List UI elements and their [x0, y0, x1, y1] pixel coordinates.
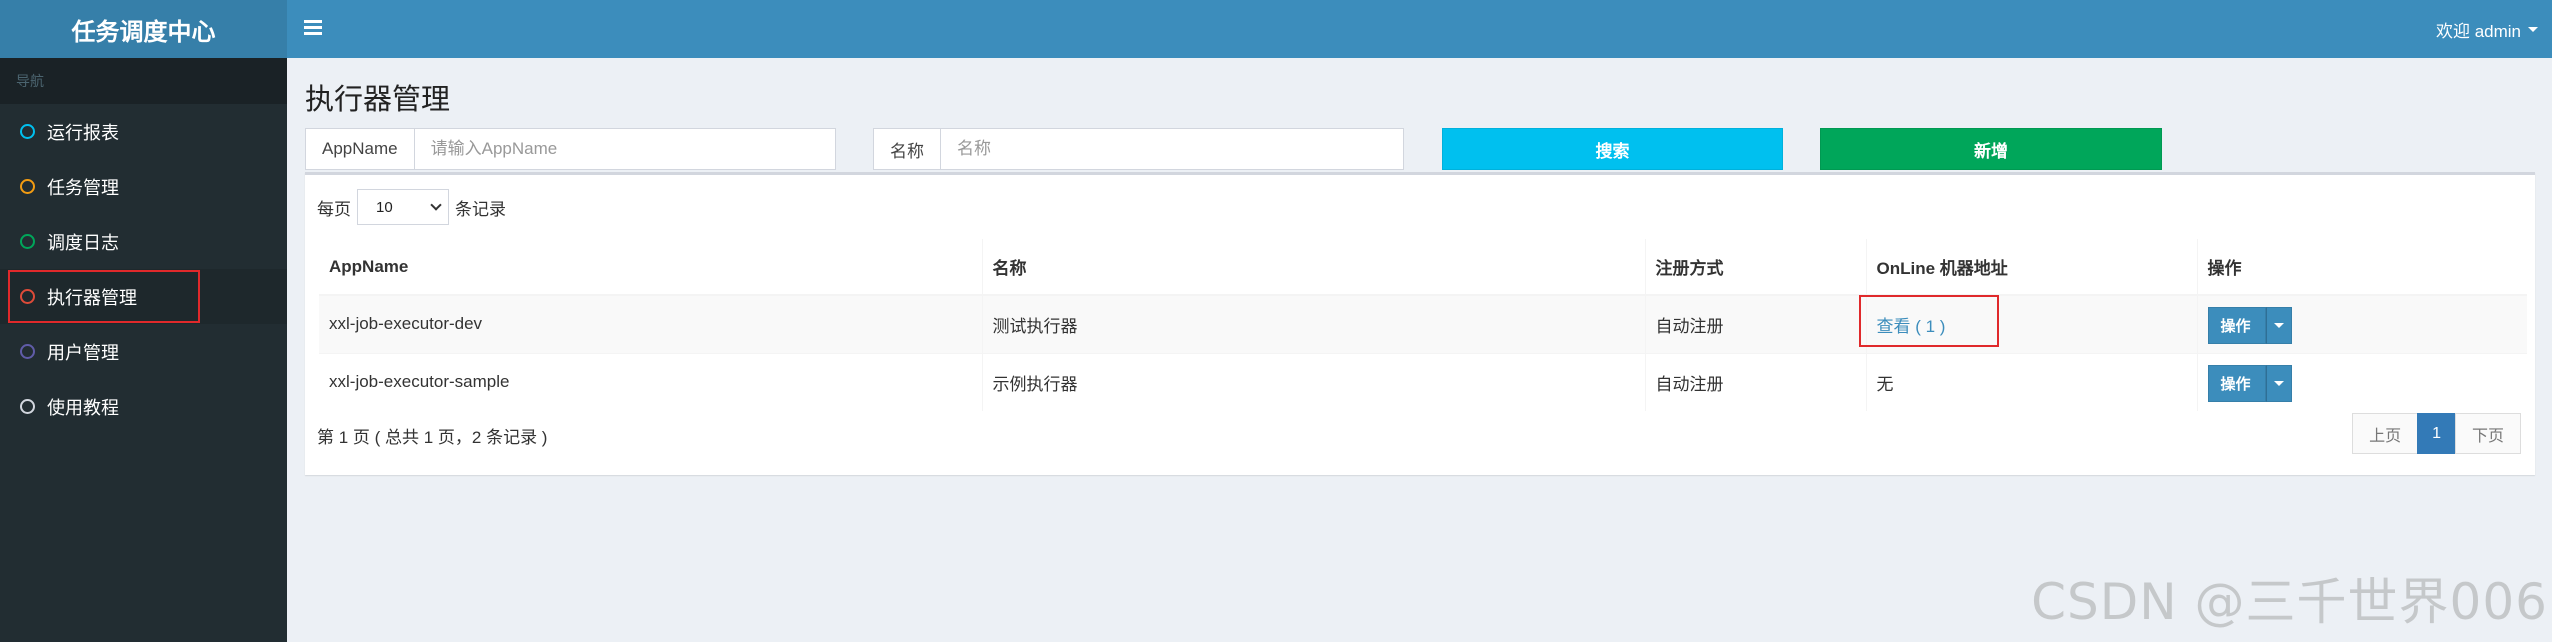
page-length-value: 10: [376, 198, 393, 216]
menu-toggle-icon[interactable]: [304, 16, 322, 38]
caret-down-icon: [2273, 380, 2284, 386]
table-row: xxl-job-executor-sample 示例执行器 自动注册 无 操作: [319, 352, 2527, 411]
chevron-down-icon: [430, 199, 442, 211]
sidebar: 任务调度中心 导航 运行报表 任务管理 调度日志 执行器管理 用户管理 使用教程: [0, 0, 287, 642]
page-length-select[interactable]: 10: [357, 189, 449, 225]
sidebar-item-report[interactable]: 运行报表: [0, 104, 287, 159]
next-page-button[interactable]: 下页: [2454, 413, 2521, 454]
highlight-box: [8, 270, 200, 323]
sidebar-item-label: 任务管理: [47, 177, 119, 198]
action-button[interactable]: 操作: [2207, 306, 2266, 344]
top-navbar: 欢迎 admin: [287, 0, 2552, 58]
circle-icon: [20, 179, 35, 194]
col-actions: 操作: [2196, 239, 2527, 296]
circle-icon: [20, 399, 35, 414]
current-page-button[interactable]: 1: [2417, 413, 2456, 454]
nav-header: 导航: [0, 58, 287, 104]
length-suffix: 条记录: [455, 199, 506, 219]
sidebar-item-label: 使用教程: [47, 397, 119, 418]
action-dropdown-toggle[interactable]: [2265, 364, 2292, 402]
app-logo-title[interactable]: 任务调度中心: [0, 0, 287, 58]
name-label: 名称: [874, 129, 941, 169]
add-button[interactable]: 新增: [1820, 128, 2162, 170]
executor-table-box: 每页 10 条记录 AppName 名称 注册方式 OnLine 机器地址 操作…: [305, 172, 2535, 475]
name-filter: 名称: [873, 128, 1404, 170]
table-row: xxl-job-executor-dev 测试执行器 自动注册 查看 ( 1 )…: [319, 294, 2527, 353]
cell-appname: xxl-job-executor-dev: [319, 294, 982, 353]
sidebar-item-help[interactable]: 使用教程: [0, 379, 287, 434]
sidebar-item-executors[interactable]: 执行器管理: [0, 269, 287, 324]
page-title: 执行器管理: [305, 84, 451, 116]
appname-label: AppName: [306, 129, 415, 169]
action-button-group: 操作: [2207, 364, 2292, 402]
sidebar-item-jobs[interactable]: 任务管理: [0, 159, 287, 214]
cell-appname: xxl-job-executor-sample: [319, 352, 982, 411]
action-button-group: 操作: [2207, 306, 2292, 344]
sidebar-item-label: 调度日志: [47, 232, 119, 253]
watermark: CSDN @三千世界006: [2031, 573, 2548, 631]
circle-icon: [20, 124, 35, 139]
circle-icon: [20, 234, 35, 249]
action-button[interactable]: 操作: [2207, 364, 2266, 402]
col-appname[interactable]: AppName: [319, 239, 982, 296]
length-prefix: 每页: [317, 199, 351, 219]
sidebar-item-users[interactable]: 用户管理: [0, 324, 287, 379]
cell-online: 查看 ( 1 ): [1858, 294, 2197, 353]
caret-down-icon: [2528, 26, 2538, 32]
sidebar-item-label: 用户管理: [47, 342, 119, 363]
caret-down-icon: [2273, 322, 2284, 328]
sidebar-item-logs[interactable]: 调度日志: [0, 214, 287, 269]
action-dropdown-toggle[interactable]: [2265, 306, 2292, 344]
sidebar-item-label: 运行报表: [47, 122, 119, 143]
cell-reg-type: 自动注册: [1644, 352, 1866, 411]
cell-actions: 操作: [2196, 352, 2527, 411]
table-info: 第 1 页 ( 总共 1 页，2 条记录 ): [317, 428, 548, 447]
search-button[interactable]: 搜索: [1442, 128, 1783, 170]
cell-name: 示例执行器: [981, 352, 1645, 411]
cell-reg-type: 自动注册: [1644, 294, 1866, 353]
cell-name: 测试执行器: [981, 294, 1645, 353]
executor-table: AppName 名称 注册方式 OnLine 机器地址 操作 xxl-job-e…: [319, 239, 2527, 411]
name-input[interactable]: [941, 129, 1403, 169]
cell-online: 无: [1865, 352, 2197, 411]
appname-filter: AppName: [305, 128, 836, 170]
circle-icon: [20, 344, 35, 359]
col-online-address[interactable]: OnLine 机器地址: [1865, 239, 2197, 296]
col-reg-type[interactable]: 注册方式: [1644, 239, 1866, 296]
appname-input[interactable]: [414, 129, 835, 169]
pagination: 上页 1 下页: [2352, 413, 2521, 454]
prev-page-button[interactable]: 上页: [2352, 413, 2419, 454]
col-name[interactable]: 名称: [981, 239, 1645, 296]
user-menu-label: 欢迎 admin: [2435, 21, 2521, 41]
highlight-box: [1858, 295, 1999, 347]
user-menu[interactable]: 欢迎 admin: [2436, 0, 2538, 58]
table-header-row: AppName 名称 注册方式 OnLine 机器地址 操作: [319, 239, 2527, 296]
cell-actions: 操作: [2196, 294, 2527, 353]
page-length-control: 每页 10 条记录: [317, 189, 506, 225]
